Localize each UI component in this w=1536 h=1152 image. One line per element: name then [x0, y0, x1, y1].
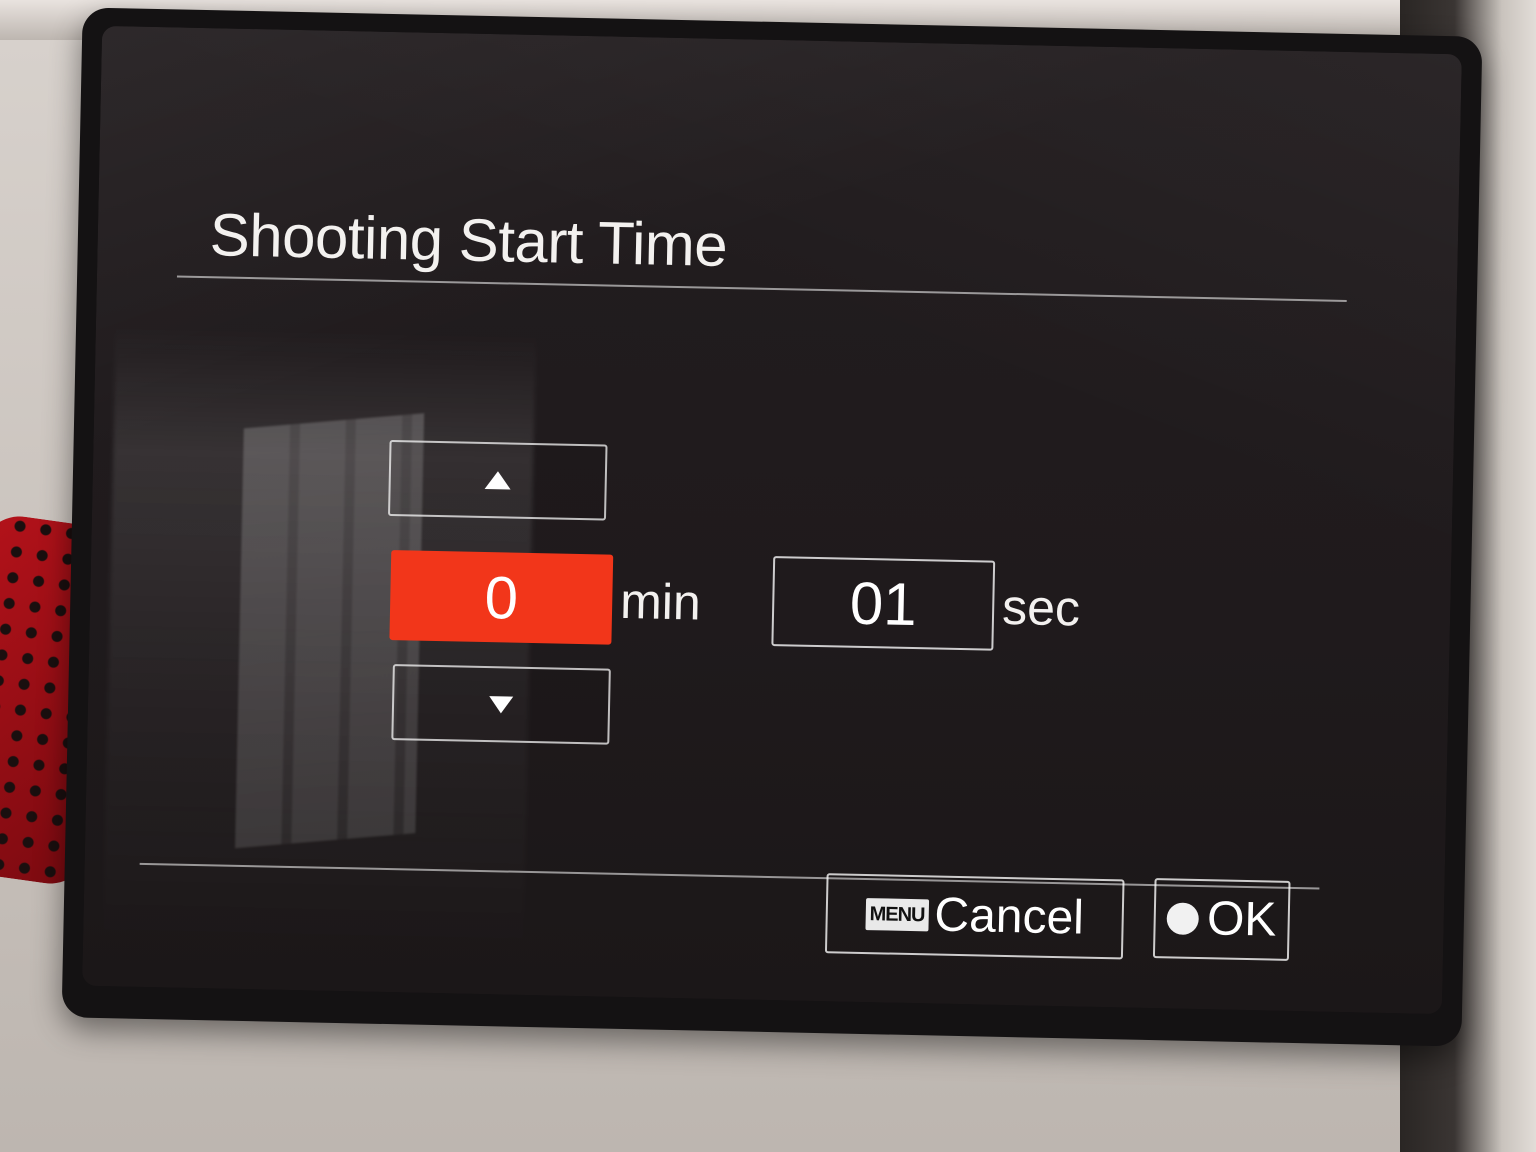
minutes-unit-label: min [619, 572, 702, 631]
minutes-decrement-button[interactable] [391, 664, 611, 745]
seconds-field[interactable]: 01 [771, 556, 996, 651]
minutes-field[interactable]: 0 [389, 550, 614, 645]
filled-circle-icon [1166, 902, 1200, 936]
menu-badge-icon: MENU [865, 898, 929, 932]
dialog-title: Shooting Start Time [209, 201, 728, 279]
seconds-value: 01 [849, 569, 918, 638]
minutes-value: 0 [483, 563, 519, 632]
seconds-unit-label: sec [1001, 578, 1081, 637]
ok-label: OK [1206, 892, 1277, 947]
ok-button[interactable]: OK [1152, 878, 1291, 961]
cancel-label: Cancel [933, 888, 1085, 945]
photo-scene: Shooting Start Time 0 min 01 sec MENU Ca… [0, 0, 1536, 1152]
triangle-down-icon [488, 695, 514, 714]
triangle-up-icon [484, 470, 511, 490]
title-divider [176, 275, 1347, 302]
cancel-button[interactable]: MENU Cancel [824, 873, 1125, 960]
minutes-increment-button[interactable] [388, 439, 608, 521]
camera-screen: Shooting Start Time 0 min 01 sec MENU Ca… [82, 25, 1462, 1015]
